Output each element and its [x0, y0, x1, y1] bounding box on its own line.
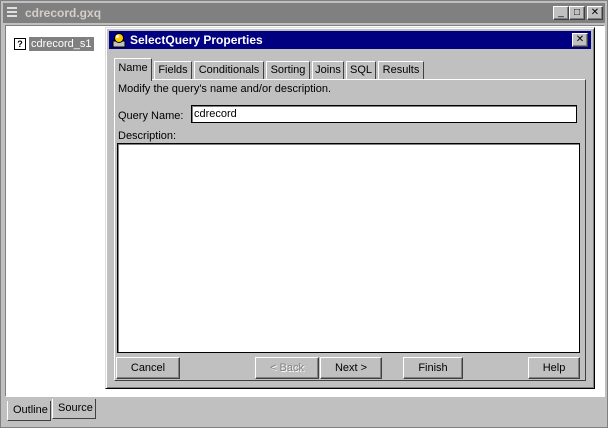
name-tab-panel: Modify the query's name and/or descripti… [114, 79, 586, 381]
dialog-close-button[interactable]: ✕ [572, 33, 588, 47]
dialog-title: SelectQuery Properties [130, 33, 263, 47]
outer-titlebar[interactable]: cdrecord.gxq _ □ ✕ [3, 3, 605, 23]
properties-tab-strip: Name Fields Conditionals Sorting Joins S… [114, 58, 584, 81]
next-button[interactable]: Next > [320, 357, 382, 379]
tab-conditionals[interactable]: Conditionals [194, 61, 264, 80]
tree-item-query[interactable]: ? cdrecord_s1 [14, 36, 94, 52]
query-name-label: Query Name: [118, 110, 184, 122]
description-textarea[interactable] [117, 143, 580, 353]
close-icon: ✕ [575, 34, 585, 45]
back-button-label: < Back [270, 362, 304, 374]
dialog-titlebar[interactable]: SelectQuery Properties ✕ [109, 31, 591, 49]
outer-window-title: cdrecord.gxq [25, 6, 102, 20]
tab-joins[interactable]: Joins [312, 61, 344, 80]
close-icon: ✕ [590, 7, 600, 18]
query-name-input[interactable] [191, 105, 577, 123]
cancel-button-label: Cancel [130, 362, 166, 374]
help-button-label: Help [542, 362, 566, 374]
finish-button[interactable]: Finish [403, 357, 463, 379]
minimize-icon: _ [558, 7, 564, 18]
tab-results[interactable]: Results [378, 61, 424, 80]
tab-sorting[interactable]: Sorting [266, 61, 310, 80]
close-button[interactable]: ✕ [587, 6, 603, 20]
minimize-button[interactable]: _ [553, 6, 569, 20]
tab-name[interactable]: Name [114, 58, 152, 81]
tab-sql[interactable]: SQL [346, 61, 376, 80]
tab-fields[interactable]: Fields [154, 61, 192, 80]
tab-source[interactable]: Source [52, 399, 96, 419]
description-label: Description: [118, 130, 177, 142]
help-button[interactable]: Help [528, 357, 580, 379]
cancel-button[interactable]: Cancel [116, 357, 180, 379]
tree-item-label: cdrecord_s1 [29, 37, 94, 51]
finish-button-label: Finish [418, 362, 448, 374]
maximize-icon: □ [573, 7, 581, 18]
select-query-properties-dialog: SelectQuery Properties ✕ Name Fields Con… [105, 27, 595, 389]
window-menu-icon[interactable] [7, 7, 17, 19]
tab-outline[interactable]: Outline [7, 401, 51, 421]
instruction-text: Modify the query's name and/or descripti… [118, 83, 332, 95]
query-properties-icon [112, 33, 126, 48]
next-button-label: Next > [334, 362, 368, 374]
bottom-tab-strip: Outline Source [5, 399, 605, 421]
query-icon: ? [14, 38, 26, 50]
maximize-button[interactable]: □ [569, 6, 585, 20]
back-button[interactable]: < Back [255, 357, 319, 379]
